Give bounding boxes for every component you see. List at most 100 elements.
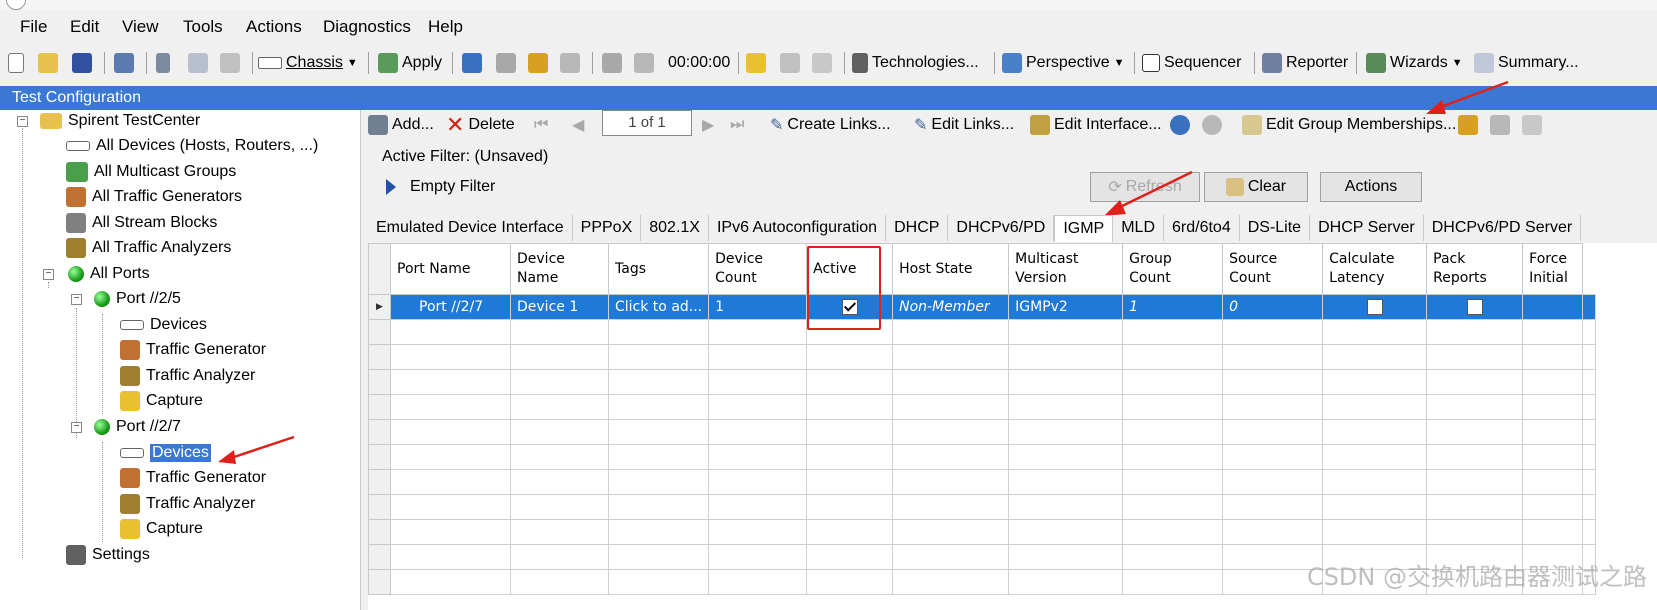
col-calculate-latency[interactable]: Calculate Latency [1322, 243, 1428, 295]
cell-device-name[interactable]: Device 1 [510, 294, 609, 320]
connect-icon[interactable] [462, 53, 482, 73]
col-port-name[interactable]: Port Name [390, 243, 511, 295]
start-traffic-icon[interactable] [528, 53, 548, 73]
wizards-dropdown[interactable]: Wizards ▼ [1366, 51, 1463, 75]
tab-8021x[interactable]: 802.1X [641, 215, 709, 241]
tree-item-all-traffic-analyzers[interactable]: All Traffic Analyzers [66, 237, 231, 259]
expand-icon[interactable] [1522, 115, 1542, 135]
cell-calculate-latency[interactable] [1322, 294, 1428, 320]
calculate-latency-checkbox[interactable] [1366, 299, 1383, 315]
tab-dhcp-server[interactable]: DHCP Server [1310, 215, 1424, 241]
tab-mld[interactable]: MLD [1113, 215, 1164, 241]
tree-item-port2-devices[interactable]: Devices [120, 442, 211, 464]
table-row[interactable]: ▶ Port //2/7 Device 1 Click to ad... 1 N… [368, 294, 1597, 320]
tree-collapse-root[interactable]: − [17, 116, 28, 127]
menu-actions[interactable]: Actions [246, 17, 302, 37]
tree-item-all-traffic-generators[interactable]: All Traffic Generators [66, 186, 242, 208]
tree-collapse-all-ports[interactable]: − [43, 269, 54, 280]
empty-filter[interactable]: Empty Filter [386, 178, 495, 196]
col-device-count[interactable]: Device Count [708, 243, 808, 295]
stop-traffic-icon[interactable] [560, 53, 580, 73]
tab-6rd-6to4[interactable]: 6rd/6to4 [1164, 215, 1240, 241]
tree-item-port2-traffic-analyzer[interactable]: Traffic Analyzer [120, 493, 255, 515]
menu-help[interactable]: Help [428, 17, 463, 37]
network-icon[interactable] [1170, 115, 1190, 135]
tab-dhcp[interactable]: DHCP [886, 215, 949, 241]
summary-button[interactable]: Summary... [1474, 51, 1579, 75]
tree-item-all-stream-blocks[interactable]: All Stream Blocks [66, 212, 217, 234]
actions-button[interactable]: Actions [1320, 172, 1422, 202]
menu-tools[interactable]: Tools [183, 17, 223, 37]
tree-item-all-ports[interactable]: All Ports [68, 263, 150, 285]
sequencer-button[interactable]: Sequencer [1142, 51, 1241, 75]
cell-device-count[interactable]: 1 [708, 294, 808, 320]
tree-collapse-port2[interactable]: − [71, 422, 82, 433]
prev-page-button[interactable]: ◀ [572, 113, 584, 137]
last-page-button[interactable]: ⏭ [730, 113, 744, 137]
tree-item-settings[interactable]: Settings [66, 544, 150, 566]
menu-edit[interactable]: Edit [70, 17, 99, 37]
tree-item-root[interactable]: Spirent TestCenter [40, 110, 200, 132]
edit-links-button[interactable]: ✎ Edit Links... [914, 113, 1014, 137]
tree-item-port1-devices[interactable]: Devices [120, 314, 207, 336]
tab-dhcpv6-pd[interactable]: DHCPv6/PD [948, 215, 1055, 241]
col-tags[interactable]: Tags [607, 243, 710, 295]
menu-diagnostics[interactable]: Diagnostics [323, 17, 411, 37]
col-force-initial[interactable]: Force Initial [1522, 243, 1584, 295]
network-disabled-icon[interactable] [1202, 115, 1222, 135]
col-group-count[interactable]: Group Count [1122, 243, 1224, 295]
col-host-state[interactable]: Host State [892, 243, 1010, 295]
lock-icon[interactable] [812, 53, 832, 73]
tab-dhcpv6-pd-server[interactable]: DHCPv6/PD Server [1423, 215, 1582, 241]
stop-analyzer-icon[interactable] [634, 53, 654, 73]
disconnect-icon[interactable] [496, 53, 516, 73]
apply-button[interactable]: Apply [378, 51, 442, 75]
tree-item-all-devices[interactable]: All Devices (Hosts, Routers, ...) [66, 135, 318, 157]
tab-pppox[interactable]: PPPoX [572, 215, 642, 241]
chassis-dropdown[interactable]: Chassis ▼ [258, 51, 358, 75]
tree-item-all-multicast[interactable]: All Multicast Groups [66, 161, 236, 183]
capture-stop-icon[interactable] [780, 53, 800, 73]
cell-tags[interactable]: Click to ad... [607, 294, 710, 320]
col-device-name[interactable]: Device Name [510, 243, 609, 295]
new-file-icon[interactable] [8, 53, 24, 73]
tree-item-port1[interactable]: Port //2/5 [94, 288, 181, 310]
tree-item-port2-capture[interactable]: Capture [120, 518, 203, 540]
clear-button[interactable]: Clear [1204, 172, 1308, 202]
tree-item-port1-traffic-analyzer[interactable]: Traffic Analyzer [120, 365, 255, 387]
cell-port-name[interactable]: Port //2/7 [390, 294, 511, 320]
start-analyzer-icon[interactable] [602, 53, 622, 73]
tree-item-port1-capture[interactable]: Capture [120, 390, 203, 412]
col-pack-reports[interactable]: Pack Reports [1426, 243, 1524, 295]
create-links-button[interactable]: ✎ Create Links... [770, 113, 891, 137]
first-page-button[interactable]: ⏮ [534, 113, 548, 137]
config-icon[interactable] [114, 53, 134, 73]
pack-reports-checkbox[interactable] [1466, 299, 1483, 315]
reporter-button[interactable]: Reporter [1262, 51, 1348, 75]
menu-file[interactable]: File [20, 17, 47, 37]
open-folder-icon[interactable] [38, 53, 58, 73]
tree-item-port2[interactable]: Port //2/7 [94, 416, 181, 438]
technologies-button[interactable]: Technologies... [852, 51, 979, 75]
tab-ds-lite[interactable]: DS-Lite [1239, 215, 1311, 241]
copy-icon[interactable] [188, 53, 208, 73]
cell-multicast-version[interactable]: IGMPv2 [1008, 294, 1124, 320]
next-page-button[interactable]: ▶ [702, 113, 714, 137]
cell-force-initial[interactable] [1522, 294, 1584, 320]
add-device-button[interactable]: Add... [368, 113, 434, 137]
tree-item-port1-traffic-generator[interactable]: Traffic Generator [120, 339, 266, 361]
tab-igmp[interactable]: IGMP [1054, 215, 1114, 242]
perspective-dropdown[interactable]: Perspective ▼ [1002, 51, 1124, 75]
cut-icon[interactable] [156, 53, 170, 73]
cell-pack-reports[interactable] [1426, 294, 1524, 320]
col-source-count[interactable]: Source Count [1222, 243, 1324, 295]
save-icon[interactable] [72, 53, 92, 73]
paste-icon[interactable] [220, 53, 240, 73]
capture-start-icon[interactable] [746, 53, 766, 73]
menu-view[interactable]: View [122, 17, 159, 37]
edit-interface-button[interactable]: Edit Interface... [1030, 113, 1162, 137]
col-multicast-version[interactable]: Multicast Version [1008, 243, 1124, 295]
tab-ipv6-autoconfiguration[interactable]: IPv6 Autoconfiguration [708, 215, 887, 241]
tree-collapse-port1[interactable]: − [71, 294, 82, 305]
tab-emulated-device-interface[interactable]: Emulated Device Interface [368, 215, 573, 241]
